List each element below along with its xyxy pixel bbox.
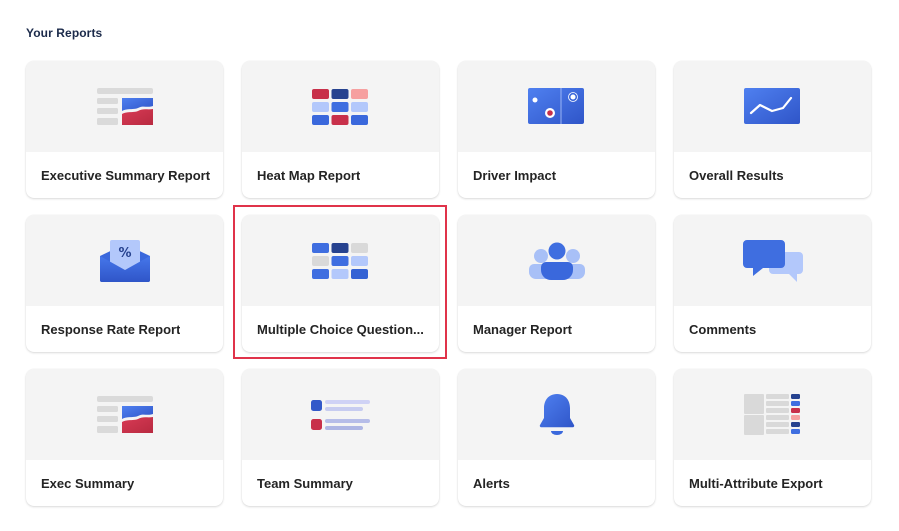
report-card-label: Manager Report bbox=[473, 321, 572, 337]
report-thumbnail: % bbox=[26, 215, 223, 306]
report-card-driver-impact[interactable]: Driver Impact bbox=[458, 61, 655, 198]
executive-summary-icon bbox=[96, 395, 153, 433]
report-thumbnail bbox=[458, 369, 655, 460]
report-thumbnail bbox=[26, 369, 223, 460]
report-thumbnail bbox=[674, 369, 871, 460]
report-thumbnail bbox=[242, 369, 439, 460]
report-card-label: Response Rate Report bbox=[41, 321, 181, 337]
chat-bubbles-icon bbox=[742, 239, 803, 282]
report-thumbnail bbox=[458, 215, 655, 306]
report-thumbnail bbox=[458, 61, 655, 152]
report-card-label: Multi-Attribute Export bbox=[689, 475, 823, 491]
report-card-label: Alerts bbox=[473, 475, 510, 491]
report-card-heat-map[interactable]: Heat Map Report bbox=[242, 61, 439, 198]
driver-impact-icon bbox=[528, 88, 584, 124]
report-thumbnail bbox=[242, 61, 439, 152]
people-group-icon bbox=[528, 242, 585, 280]
report-card-label: Comments bbox=[689, 321, 757, 337]
report-card-exec-summary[interactable]: Exec Summary bbox=[26, 369, 223, 506]
bell-icon bbox=[539, 393, 574, 435]
report-card-label: Driver Impact bbox=[473, 167, 557, 183]
report-card-label: Exec Summary bbox=[41, 475, 135, 491]
section-title: Your Reports bbox=[26, 26, 103, 40]
multi-attribute-table-icon bbox=[743, 393, 800, 435]
report-card-multiple-choice-question[interactable]: Multiple Choice Question... bbox=[242, 215, 439, 352]
envelope-percent-icon: % bbox=[99, 239, 150, 282]
report-card-label: Multiple Choice Question... bbox=[257, 321, 424, 337]
report-thumbnail bbox=[26, 61, 223, 152]
report-thumbnail bbox=[674, 215, 871, 306]
report-card-team-summary[interactable]: Team Summary bbox=[242, 369, 439, 506]
report-card-multi-attribute-export[interactable]: Multi-Attribute Export bbox=[674, 369, 871, 506]
report-thumbnail bbox=[674, 61, 871, 152]
report-card-label: Overall Results bbox=[689, 167, 784, 183]
report-card-response-rate[interactable]: % Response Rate Report bbox=[26, 215, 223, 352]
report-card-comments[interactable]: Comments bbox=[674, 215, 871, 352]
heat-map-icon bbox=[312, 88, 368, 125]
report-card-executive-summary[interactable]: Executive Summary Report bbox=[26, 61, 223, 198]
multiple-choice-grid-icon bbox=[312, 242, 368, 279]
report-thumbnail bbox=[242, 215, 439, 306]
report-card-alerts[interactable]: Alerts bbox=[458, 369, 655, 506]
report-card-overall-results[interactable]: Overall Results bbox=[674, 61, 871, 198]
reports-grid: Executive Summary Report Heat Map Report bbox=[26, 61, 871, 506]
svg-text:%: % bbox=[118, 246, 131, 261]
report-card-manager-report[interactable]: Manager Report bbox=[458, 215, 655, 352]
report-card-label: Team Summary bbox=[257, 475, 353, 491]
report-card-label: Heat Map Report bbox=[257, 167, 361, 183]
executive-summary-icon bbox=[96, 87, 153, 125]
team-list-icon bbox=[310, 399, 370, 430]
report-card-label: Executive Summary Report bbox=[41, 167, 211, 183]
line-chart-icon bbox=[744, 88, 800, 124]
